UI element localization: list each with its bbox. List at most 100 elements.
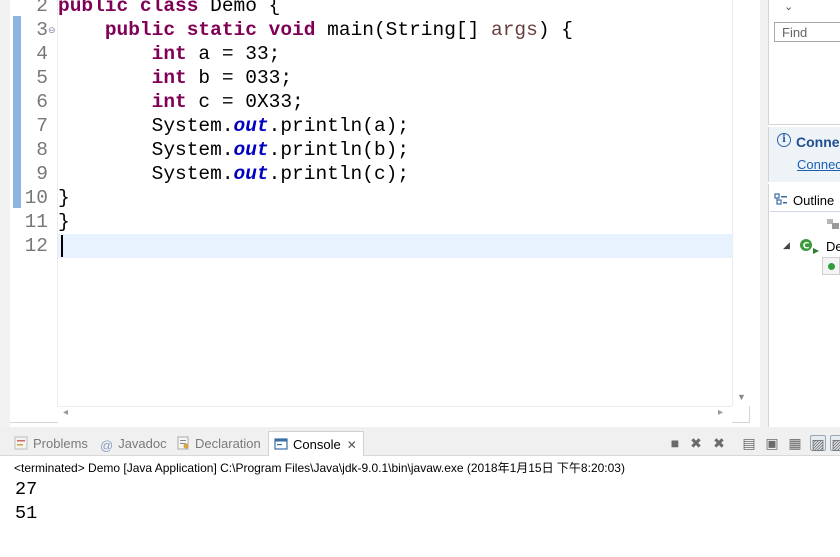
code-token: out (233, 139, 269, 161)
code-line[interactable]: System.out.println(c); (58, 162, 732, 186)
remove-launch-icon[interactable]: ✖ (688, 435, 704, 451)
outline-icon (774, 193, 787, 205)
declaration-icon (177, 436, 189, 450)
console-launch-status: <terminated> Demo [Java Application] C:\… (14, 461, 625, 475)
code-token: .println(c); (268, 163, 410, 185)
code-token: a = 33; (186, 43, 281, 65)
code-line[interactable]: public class Demo { (58, 0, 732, 18)
code-token: public (104, 19, 176, 41)
outline-tab-label[interactable]: Outline (793, 193, 834, 208)
display-selected-console-icon[interactable]: ▨ (830, 435, 840, 452)
code-line[interactable]: int a = 33; (58, 42, 732, 66)
info-icon: i (777, 133, 791, 147)
scroll-left-arrow-icon[interactable]: ◂ (63, 407, 68, 418)
code-token: } (58, 211, 70, 233)
line-number: 10 (24, 187, 48, 209)
console-output-line: 51 (15, 503, 38, 524)
code-token: int (151, 67, 187, 89)
code-token: System. (58, 139, 234, 161)
public-method-icon (828, 263, 835, 270)
problems-icon (14, 436, 28, 450)
console-output[interactable]: 27 51 (15, 478, 37, 526)
code-token: int (151, 91, 187, 113)
tab-console-label: Console (293, 437, 341, 452)
fold-collapse-icon[interactable]: ⊖ (48, 25, 56, 36)
text-caret (61, 234, 63, 257)
remove-all-terminated-icon[interactable]: ✖ (711, 435, 727, 451)
chevron-down-icon[interactable]: ⌄ (784, 0, 793, 13)
code-token: Demo { (198, 0, 281, 17)
code-token: void (268, 19, 316, 41)
tab-console[interactable]: Console ✕ (268, 431, 364, 456)
tab-declaration[interactable]: Declaration (176, 431, 261, 456)
code-line[interactable]: } (58, 186, 732, 210)
connect-link[interactable]: Connec (797, 157, 840, 172)
outline-class-label[interactable]: De (826, 239, 840, 254)
code-token: b = 033; (186, 67, 293, 89)
word-wrap-icon[interactable]: ▦ (787, 435, 803, 451)
code-token: System. (58, 163, 234, 185)
outline-tab-underline (770, 211, 840, 212)
svg-text:C: C (803, 242, 810, 252)
code-token: int (151, 43, 187, 65)
code-token: .println(b); (268, 139, 410, 161)
vertical-scrollbar[interactable] (732, 0, 750, 406)
line-number: 4 (36, 43, 48, 65)
tab-problems[interactable]: Problems (14, 431, 88, 456)
code-token: public (58, 0, 129, 17)
line-number: 12 (24, 235, 48, 257)
code-line[interactable] (58, 234, 732, 258)
expand-triangle-icon[interactable]: ◢ (783, 240, 790, 251)
line-number: 3 (36, 19, 48, 41)
console-icon (274, 438, 288, 450)
code-token: args (491, 19, 538, 41)
line-number: 11 (24, 211, 48, 233)
code-token: main(String[] (315, 19, 491, 41)
terminate-icon[interactable]: ■ (667, 435, 683, 451)
code-editor[interactable]: public class Demo { public static void m… (0, 0, 760, 427)
editor-ruler (0, 0, 10, 427)
find-input[interactable] (774, 22, 840, 42)
line-number: 6 (36, 91, 48, 113)
tab-javadoc-label: Javadoc (118, 436, 167, 451)
line-number: 2 (36, 0, 48, 17)
code-token: ) { (537, 19, 573, 41)
code-token: } (58, 187, 70, 209)
code-line[interactable]: System.out.println(a); (58, 114, 732, 138)
code-line[interactable]: System.out.println(b); (58, 138, 732, 162)
connect-title: Conne (796, 134, 840, 150)
close-icon[interactable]: ✕ (347, 438, 357, 452)
code-token: class (139, 0, 199, 17)
scroll-lock-icon[interactable]: ▣ (764, 435, 780, 451)
scroll-right-arrow-icon[interactable]: ▸ (718, 407, 723, 418)
code-token: out (233, 163, 269, 185)
code-line[interactable]: int b = 033; (58, 66, 732, 90)
line-number: 9 (36, 163, 48, 185)
scroll-down-arrow-icon[interactable]: ▼ (737, 392, 746, 402)
tab-declaration-label: Declaration (195, 436, 261, 451)
horizontal-scrollbar[interactable] (58, 406, 732, 423)
javadoc-icon: @ (100, 438, 114, 453)
code-line[interactable]: int c = 0X33; (58, 90, 732, 114)
tab-javadoc[interactable]: @ Javadoc (100, 431, 167, 456)
code-token: c = 0X33; (186, 91, 304, 113)
view-separator[interactable] (760, 0, 768, 427)
code-token: out (233, 115, 269, 137)
line-number: 8 (36, 139, 48, 161)
task-list-view (768, 0, 840, 125)
code-token: .println(a); (268, 115, 410, 137)
line-number: 7 (36, 115, 48, 137)
pin-console-icon[interactable]: ▨ (810, 435, 826, 452)
tab-problems-label: Problems (33, 436, 88, 451)
line-number: 5 (36, 67, 48, 89)
code-line[interactable]: } (58, 210, 732, 234)
code-token: static (186, 19, 257, 41)
code-text-area[interactable]: public class Demo { public static void m… (58, 0, 732, 406)
clear-console-icon[interactable]: ▤ (741, 435, 757, 451)
code-line[interactable]: public static void main(String[] args) { (58, 18, 732, 42)
